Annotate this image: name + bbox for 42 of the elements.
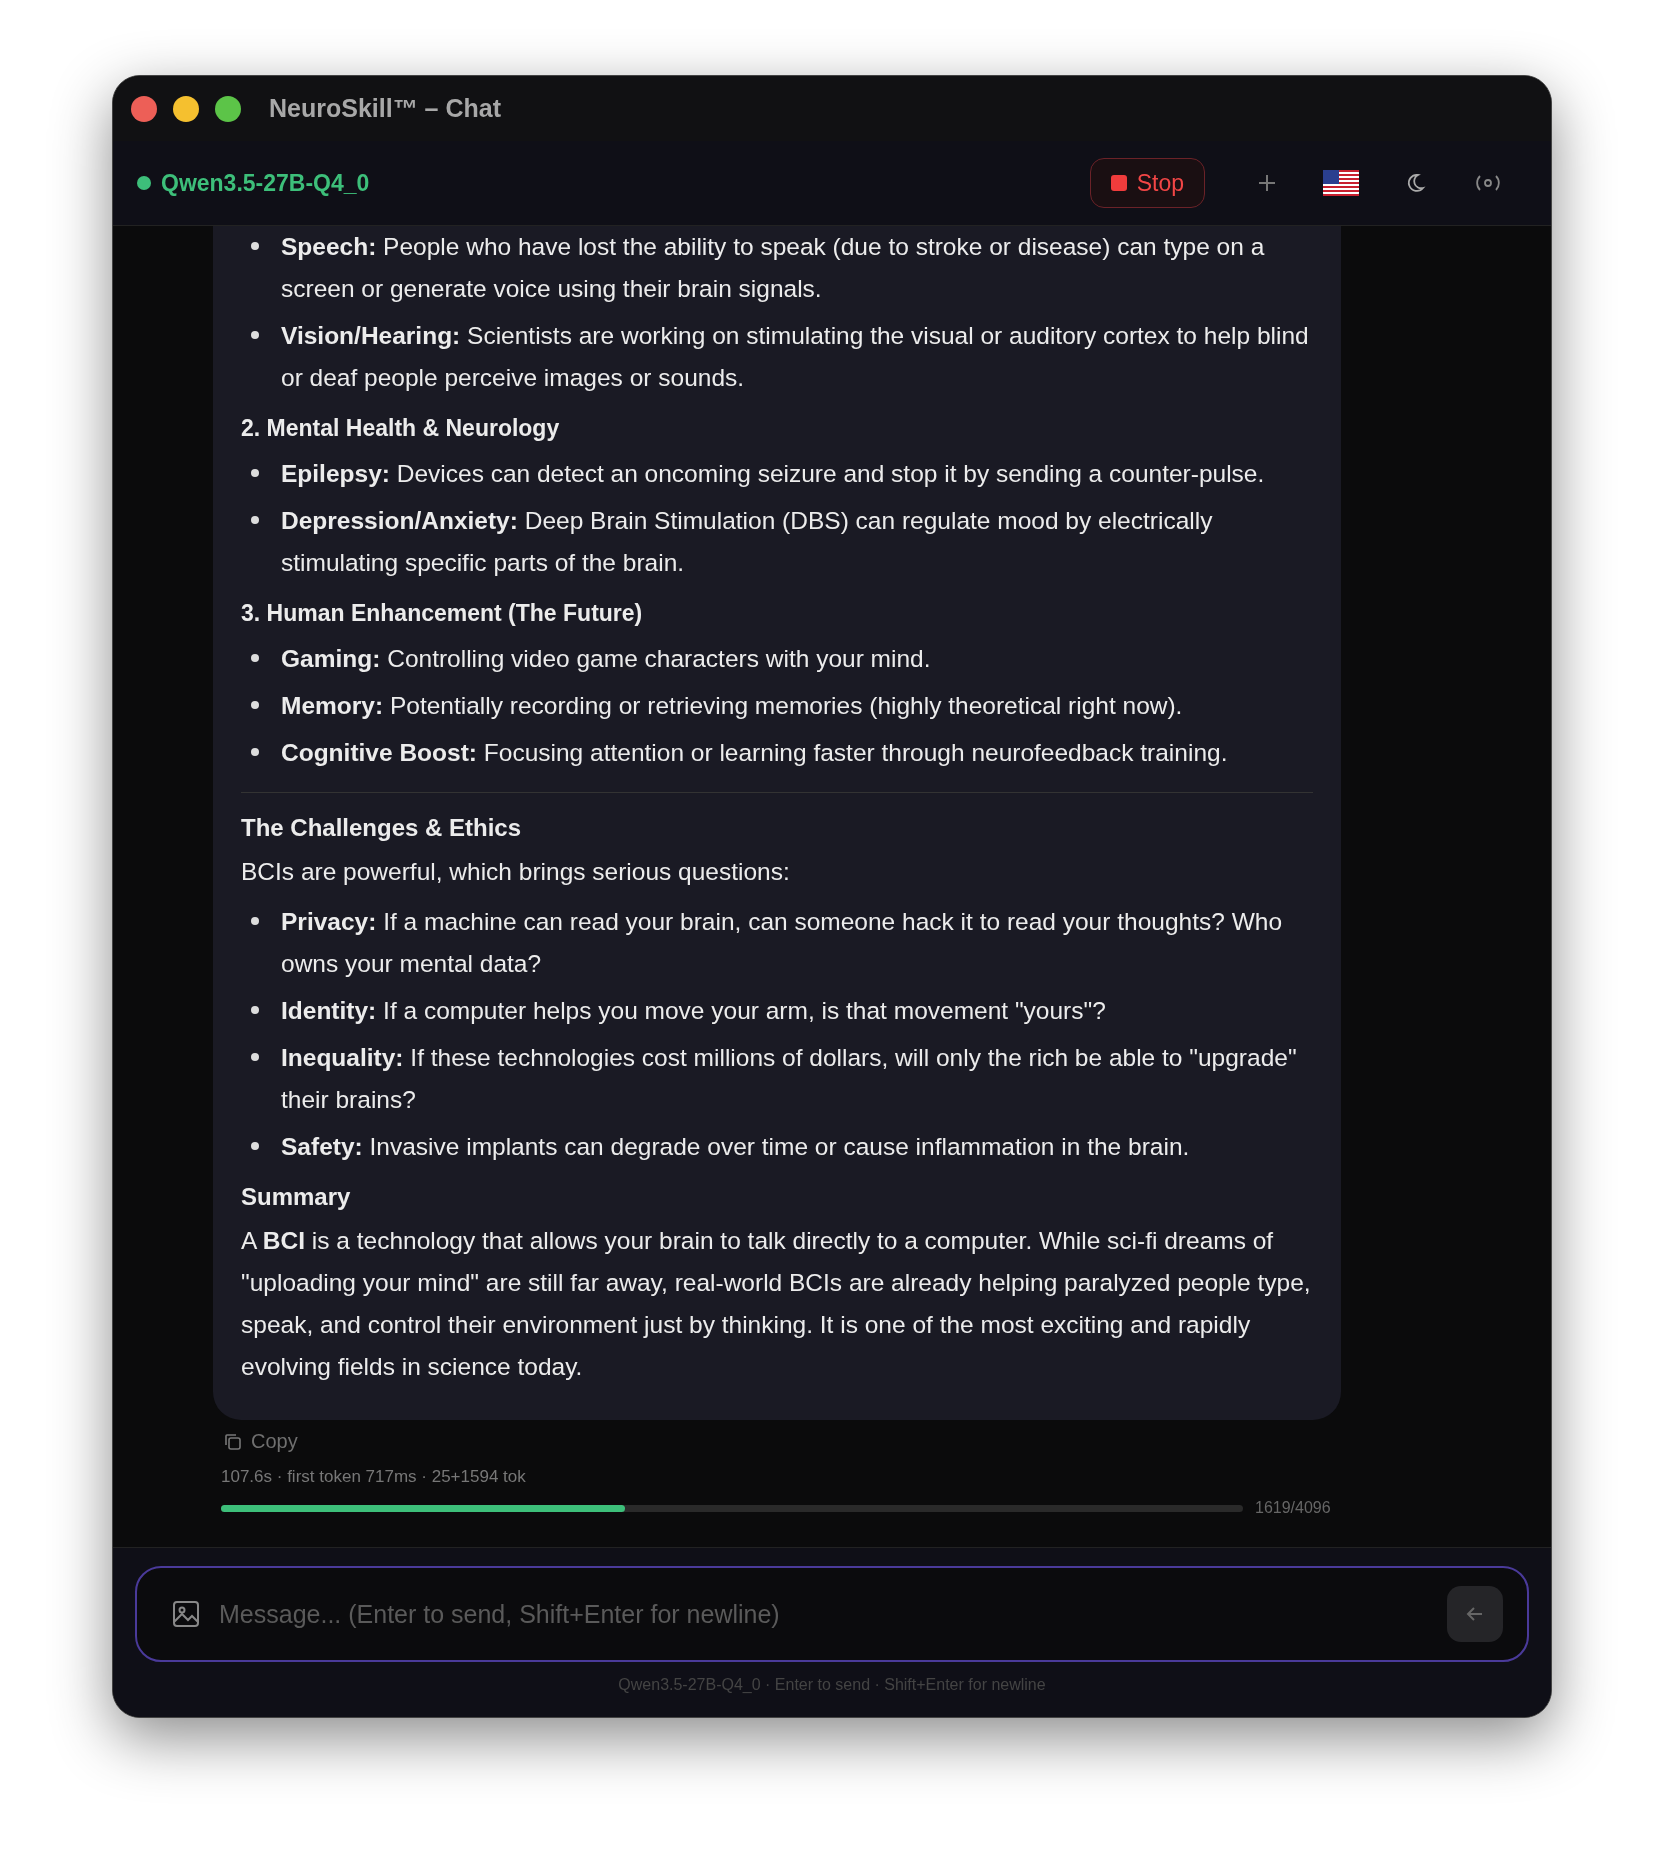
section-subheading: 2. Mental Health & Neurology [241,414,561,443]
paragraph: BCIs are powerful, which brings serious questions: [241,857,791,887]
copy-button[interactable]: Copy [223,1430,298,1453]
stop-button[interactable]: Stop [1089,158,1205,208]
bullet-icon [251,331,259,339]
bullet-icon [251,469,259,477]
paragraph: A BCI is a technology that allows your brain to talk directly to a computer. While sci-fi dreams of "uploading your mind" are still far away, real-world BCIs are already helping paralyzed people type, speak, and control their environment just by thinking. It is one of the most exciting and rapidly evolving fields in science today. [241,1226,1312,1382]
generation-stats: 107.6s · first token 717ms · 25+1594 tok [221,1467,527,1487]
bullet-icon [251,1053,259,1061]
list-item-text: Identity: If a computer helps you move your arm, is that movement "yours"? [281,996,1107,1026]
window-title: NeuroSkill™ – Chat [269,94,501,123]
bullet-icon [251,242,259,250]
us-flag-icon[interactable] [1323,170,1359,196]
list-item-text: Vision/Hearing: Scientists are working on stimulating the visual or auditory cortex to help blind or deaf people perceive images or sounds. [281,321,1310,393]
list-item-text: Epilepsy: Devices can detect an oncoming seizure and stop it by sending a counter-pulse. [281,459,1266,489]
list-item-text: Gaming: Controlling video game characters with your mind. [281,644,932,674]
bullet-icon [251,1006,259,1014]
message-field[interactable]: Message... (Enter to send, Shift+Enter for newline) [135,1566,1529,1662]
context-reading: 1619/4096 [1255,1499,1331,1517]
copy-icon [223,1431,243,1452]
list-item-text: Depression/Anxiety: Deep Brain Stimulation (DBS) can regulate mood by electrically stimulating specific parts of the brain. [281,506,1214,578]
section-subheading: 3. Human Enhancement (The Future) [241,599,644,628]
list-item-text: Cognitive Boost: Focusing attention or learning faster through neurofeedback training. [281,738,1229,768]
minimize-button[interactable] [173,95,199,122]
bullet-icon [251,701,259,709]
bullet-icon [251,1142,259,1150]
zoom-button[interactable] [215,95,241,122]
bullet-icon [251,516,259,524]
section-heading: Summary [241,1182,352,1212]
bullet-icon [251,748,259,756]
close-button[interactable] [131,95,157,122]
list-item-text: Privacy: If a machine can read your brain, can someone hack it to read your thoughts? Who owns your mental data? [281,907,1283,979]
section-heading: The Challenges & Ethics [241,813,523,843]
model-name[interactable]: Qwen3.5-27B-Q4_0 [161,169,370,197]
message-input[interactable]: Message... (Enter to send, Shift+Enter for newline) [217,1598,1431,1630]
list-item-text: Inequality: If these technologies cost millions of dollars, will only the rich be able to "upgrade" their brains? [281,1043,1298,1115]
bullet-icon [251,917,259,925]
bullet-icon [251,654,259,662]
list-item-text: Speech: People who have lost the ability to speak (due to stroke or disease) can type on a screen or generate voice using their brain signals. [281,232,1266,304]
image-icon[interactable] [171,1599,201,1629]
list-item-text: Safety: Invasive implants can degrade over time or cause inflammation in the brain. [281,1132,1191,1162]
list-item-text: Memory: Potentially recording or retrieving memories (highly theoretical right now). [281,691,1184,721]
